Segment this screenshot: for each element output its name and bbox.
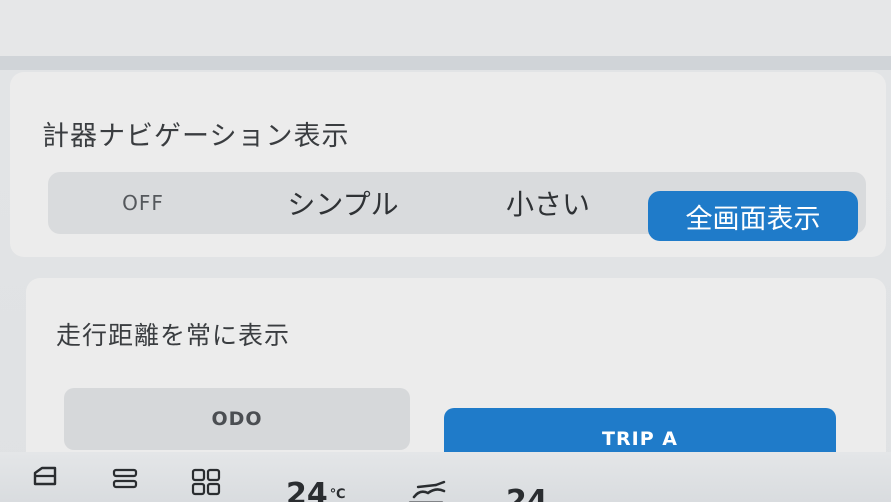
temperature-left[interactable]: 24 ℃: [286, 474, 356, 502]
car-door-icon[interactable]: [28, 462, 62, 492]
list-icon[interactable]: [108, 464, 142, 494]
list-icon-svg: [112, 468, 138, 489]
apps-grid-icon-svg: [191, 468, 221, 496]
seat-heater-icon-svg: [408, 480, 446, 502]
nav-display-title: 計器ナビゲーション表示: [42, 121, 350, 152]
bottom-bar: 24 ℃ 24: [0, 452, 891, 502]
temperature-left-unit: ℃: [329, 486, 346, 502]
temperature-left-value: 24: [286, 476, 328, 502]
nav-option-off[interactable]: OFF: [48, 172, 238, 234]
car-door-icon-svg: [33, 466, 57, 486]
top-strip: [0, 0, 891, 62]
seat-heater-icon[interactable]: [404, 478, 454, 502]
nav-display-selector: OFF シンプル 小さい 全画面表示: [48, 172, 866, 241]
odometer-display-card: 走行距離を常に表示 ODO TRIP A: [26, 278, 886, 478]
apps-grid-icon[interactable]: [188, 466, 224, 498]
odometer-display-title: 走行距離を常に表示: [56, 321, 291, 350]
nav-option-small[interactable]: 小さい: [448, 172, 648, 234]
settings-screen: 計器ナビゲーション表示 OFF シンプル 小さい 全画面表示 走行距離を常に表示…: [0, 0, 891, 502]
odo-button[interactable]: ODO: [64, 388, 410, 450]
nav-display-card: 計器ナビゲーション表示 OFF シンプル 小さい 全画面表示: [10, 72, 886, 257]
top-divider: [0, 56, 891, 70]
nav-option-simple[interactable]: シンプル: [238, 172, 448, 234]
temperature-right[interactable]: 24: [506, 484, 566, 502]
nav-option-fullscreen[interactable]: 全画面表示: [648, 191, 858, 241]
